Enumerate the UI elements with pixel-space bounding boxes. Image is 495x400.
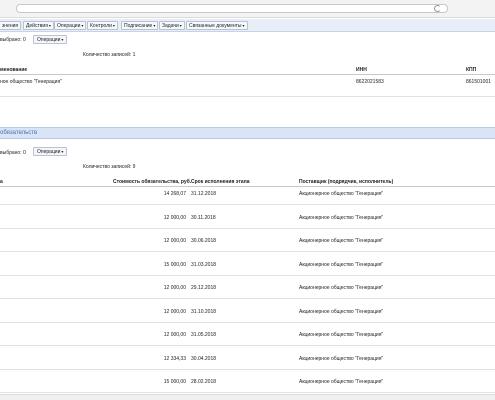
row-divider — [0, 392, 495, 393]
toolbar-menu-actions[interactable]: Действия▾ — [23, 21, 54, 30]
row-divider — [0, 96, 495, 97]
row-divider — [0, 204, 495, 205]
toolbar-menu-signing[interactable]: Подписание▾ — [121, 21, 159, 30]
cell-cost: 12 000,00 — [163, 332, 186, 338]
cell-date: 30.11.2018 — [191, 215, 216, 221]
cell-supplier[interactable]: Акционерное общество "Генерация" — [299, 356, 383, 362]
toolbar-label: Задачи — [162, 23, 179, 29]
cell-date: 31.05.2018 — [191, 332, 217, 338]
operations-label: Операции — [37, 37, 61, 43]
row-divider — [0, 275, 495, 276]
toolbar-menu-tasks[interactable]: Задачи▾ — [159, 21, 185, 30]
toolbar-menu-linked-docs[interactable]: Связанные документы▾ — [186, 21, 248, 30]
cell-cost: 15 000,00 — [163, 379, 186, 385]
cell-kpp: 861501001 — [466, 79, 492, 85]
cell-cost: 14 268,07 — [163, 191, 186, 197]
cell-supplier[interactable]: Акционерное общество "Генерация" — [299, 379, 383, 385]
cell-supplier[interactable]: Акционерное общество "Генерация" — [299, 309, 383, 315]
column-header-cost[interactable]: Стоимость обязательства, руб. — [113, 179, 191, 185]
cell-cost: 15 000,00 — [163, 262, 186, 268]
chevron-down-icon: ▾ — [61, 149, 64, 154]
cell-date: 29.12.2018 — [191, 285, 217, 291]
record-count: Количество записей: 9 — [83, 164, 136, 170]
cell-date: 28.02.2018 — [191, 379, 217, 385]
column-header-name[interactable]: а — [0, 179, 3, 185]
cell-supplier[interactable]: Акционерное общество "Генерация" — [299, 262, 383, 268]
row-divider — [0, 228, 495, 229]
operations-dropdown[interactable]: Операции▾ — [33, 35, 68, 44]
cell-supplier[interactable]: Акционерное общество "Генерация" — [299, 238, 383, 244]
cell-name[interactable]: ное общество "Генерация" — [0, 79, 62, 85]
record-count: Количество записей: 1 — [83, 52, 136, 58]
chevron-down-icon: ▾ — [153, 23, 156, 28]
chevron-down-icon: ▾ — [242, 23, 245, 28]
row-divider — [0, 369, 495, 370]
cell-cost: 12 334,33 — [163, 356, 186, 362]
chevron-down-icon: ▾ — [48, 23, 51, 28]
cell-cost: 12 000,00 — [163, 309, 186, 315]
toolbar-menu-controls[interactable]: Контроли▾ — [87, 21, 118, 30]
reload-icon[interactable] — [434, 5, 441, 12]
toolbar-label: знения — [2, 23, 19, 29]
cell-supplier[interactable]: Акционерное общество "Генерация" — [299, 285, 383, 291]
cell-cost: 12 000,00 — [163, 215, 186, 221]
row-divider — [0, 345, 495, 346]
cell-date: 31.12.2018 — [191, 191, 217, 197]
toolbar-label: Подписание — [124, 23, 153, 29]
column-header-inn[interactable]: ИНН — [356, 67, 367, 73]
column-header-supplier[interactable]: Поставщик (подрядчик, исполнитель) — [299, 179, 393, 185]
cell-inn: 8622021583 — [356, 79, 384, 85]
toolbar-label: Операции — [57, 23, 81, 29]
operations-label: Операции — [37, 149, 61, 155]
section-title: обязательств — [0, 130, 38, 136]
cell-cost: 12 000,00 — [163, 238, 186, 244]
cell-date: 30.06.2018 — [191, 238, 217, 244]
cell-date: 31.10.2018 — [191, 309, 217, 315]
operations-dropdown[interactable]: Операции▾ — [33, 147, 68, 156]
toolbar-label: Контроли — [90, 23, 112, 29]
cell-date: 30.04.2018 — [191, 356, 217, 362]
chevron-down-icon: ▾ — [112, 23, 115, 28]
column-header-kpp[interactable]: КПП — [466, 67, 476, 73]
toolbar-menu-operations[interactable]: Операции▾ — [54, 21, 87, 30]
cell-date: 31.03.2018 — [191, 262, 217, 268]
selected-count: выбрано: 0 — [0, 150, 26, 156]
cell-supplier[interactable]: Акционерное общество "Генерация" — [299, 191, 383, 197]
chevron-down-icon: ▾ — [61, 37, 64, 42]
column-header-date[interactable]: Срок исполнения этапа — [191, 179, 250, 185]
status-bar — [0, 394, 495, 400]
chevron-down-icon: ▾ — [179, 23, 182, 28]
address-bar[interactable] — [16, 4, 448, 13]
header-divider — [0, 74, 495, 75]
cell-supplier[interactable]: Акционерное общество "Генерация" — [299, 215, 383, 221]
row-divider — [0, 298, 495, 299]
row-divider — [0, 251, 495, 252]
toolbar-label: Действия — [26, 23, 48, 29]
cell-cost: 12 000,00 — [163, 285, 186, 291]
header-divider — [0, 186, 495, 187]
toolbar-label: Связанные документы — [189, 23, 242, 29]
chevron-down-icon: ▾ — [81, 23, 84, 28]
section-header[interactable] — [0, 127, 495, 139]
selected-count: выбрано: 0 — [0, 37, 26, 43]
column-header-name[interactable]: менование — [0, 67, 27, 73]
toolbar-menu-cut[interactable]: знения — [0, 21, 22, 30]
row-divider — [0, 322, 495, 323]
cell-supplier[interactable]: Акционерное общество "Генерация" — [299, 332, 383, 338]
